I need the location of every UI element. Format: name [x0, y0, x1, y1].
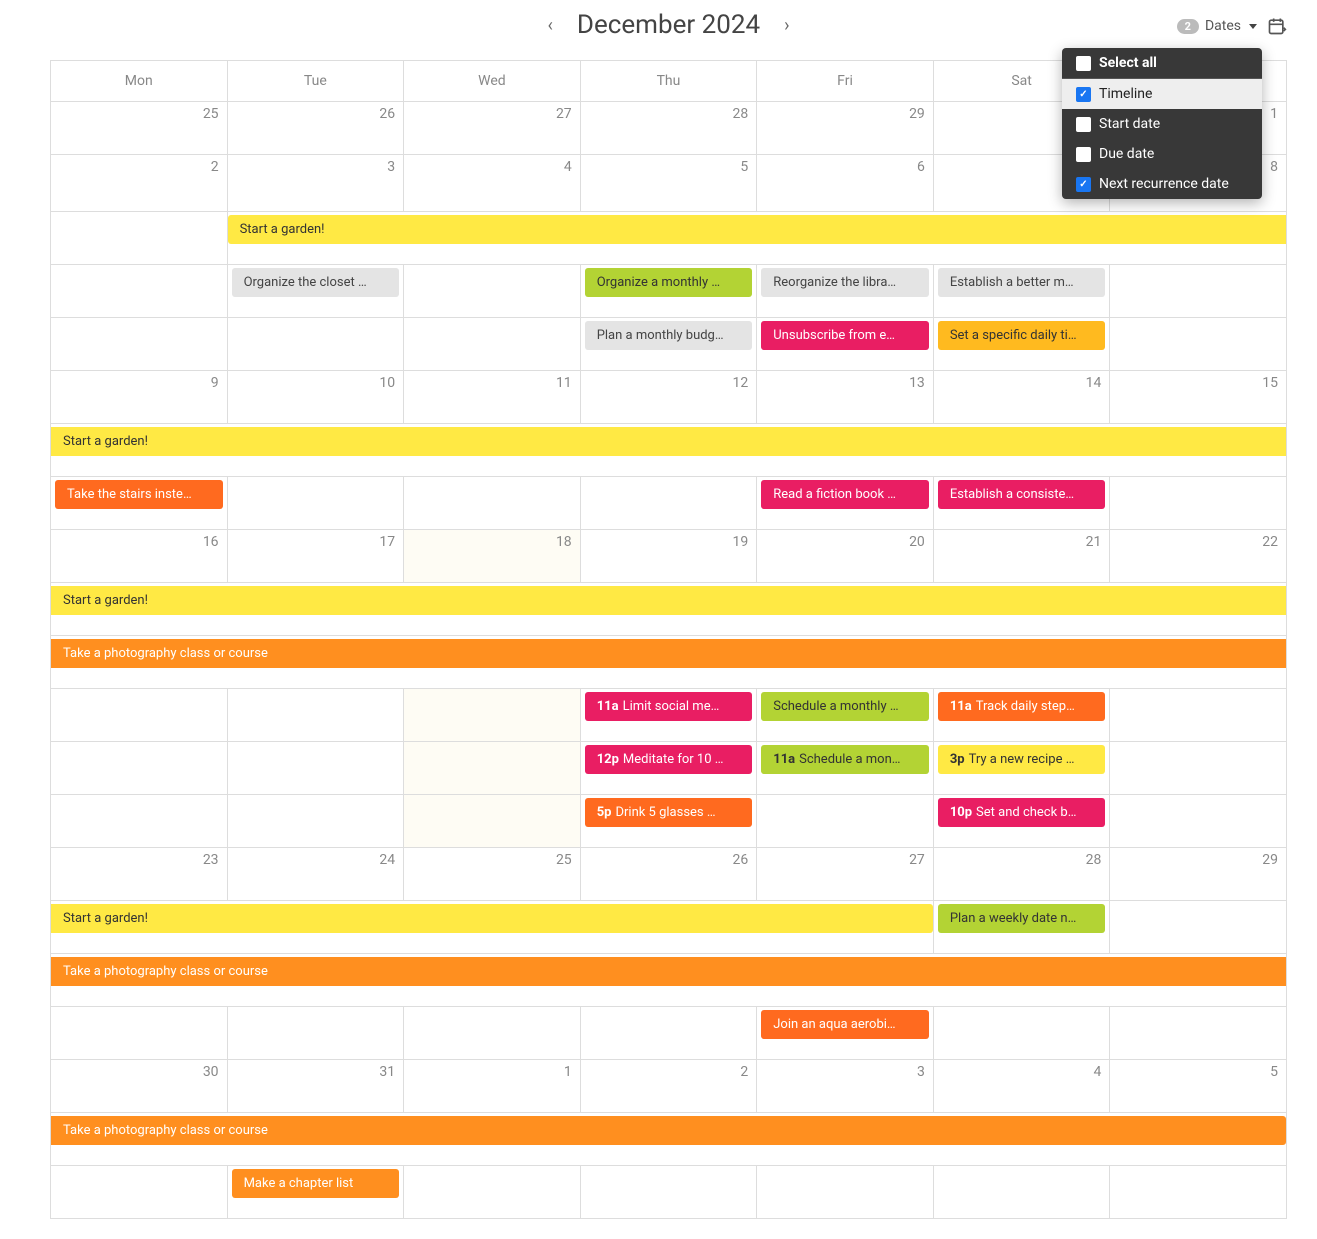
day-cell[interactable]: 24	[227, 848, 404, 901]
event-new-recipe[interactable]: 3pTry a new recipe …	[938, 745, 1106, 774]
day-cell[interactable]: 25	[404, 848, 581, 901]
day-cell[interactable]: 9	[51, 371, 228, 424]
event-take-stairs[interactable]: Take the stairs inste…	[55, 480, 223, 509]
checkbox-checked-icon	[1076, 87, 1091, 102]
event-establish-cons[interactable]: Establish a consiste…	[938, 480, 1106, 509]
day-cell[interactable]: 1	[404, 1060, 581, 1113]
event-schedule-mon[interactable]: 11aSchedule a mon…	[761, 745, 929, 774]
day-cell[interactable]: 21	[933, 530, 1110, 583]
event-meditate[interactable]: 12pMeditate for 10 …	[585, 745, 753, 774]
checkbox-unchecked-icon	[1076, 147, 1091, 162]
day-cell[interactable]: 23	[51, 848, 228, 901]
day-cell-today[interactable]: 18	[404, 530, 581, 583]
today-button[interactable]	[1267, 16, 1287, 36]
checkbox-checked-icon	[1076, 177, 1091, 192]
weekday-header: Wed	[404, 61, 581, 102]
event-read-fiction[interactable]: Read a fiction book …	[761, 480, 929, 509]
day-cell[interactable]: 3	[757, 1060, 934, 1113]
weekday-header: Mon	[51, 61, 228, 102]
event-schedule-monthly[interactable]: Schedule a monthly …	[761, 692, 929, 721]
calendar-header: ‹ December 2024 › 2 Dates Select all	[50, 10, 1287, 50]
day-cell[interactable]: 13	[757, 371, 934, 424]
event-photo-class[interactable]: Take a photography class or course	[51, 957, 1286, 986]
day-cell[interactable]: 3	[227, 155, 404, 212]
event-chapter-list[interactable]: Make a chapter list	[232, 1169, 400, 1198]
day-cell[interactable]: 17	[227, 530, 404, 583]
day-cell[interactable]: 26	[580, 848, 757, 901]
event-better-m[interactable]: Establish a better m…	[938, 268, 1106, 297]
day-cell[interactable]: 25	[51, 102, 228, 155]
event-organize-monthly[interactable]: Organize a monthly …	[585, 268, 753, 297]
dates-count-badge: 2	[1177, 19, 1199, 34]
checkbox-unchecked-icon	[1076, 117, 1091, 132]
weekday-header: Tue	[227, 61, 404, 102]
checkbox-unchecked-icon	[1076, 56, 1091, 71]
prev-month-button[interactable]: ‹	[540, 11, 561, 40]
day-cell[interactable]: 19	[580, 530, 757, 583]
day-cell[interactable]: 28	[933, 848, 1110, 901]
event-unsubscribe[interactable]: Unsubscribe from e…	[761, 321, 929, 350]
event-photo-class[interactable]: Take a photography class or course	[51, 639, 1286, 668]
day-cell[interactable]: 4	[404, 155, 581, 212]
day-cell[interactable]: 12	[580, 371, 757, 424]
weekday-header: Fri	[757, 61, 934, 102]
caret-down-icon	[1249, 24, 1257, 29]
dropdown-due-date[interactable]: Due date	[1062, 139, 1262, 169]
day-cell[interactable]: 5	[1110, 1060, 1287, 1113]
next-month-button[interactable]: ›	[776, 11, 797, 40]
dropdown-start-date[interactable]: Start date	[1062, 109, 1262, 139]
event-start-garden[interactable]: Start a garden!	[51, 904, 933, 933]
event-start-garden[interactable]: Start a garden!	[228, 215, 1286, 244]
day-cell[interactable]: 26	[227, 102, 404, 155]
dates-dropdown-button[interactable]: 2 Dates	[1177, 18, 1257, 34]
event-plan-budget[interactable]: Plan a monthly budg…	[585, 321, 753, 350]
day-cell[interactable]: 16	[51, 530, 228, 583]
day-cell[interactable]: 29	[1110, 848, 1287, 901]
day-cell[interactable]: 27	[404, 102, 581, 155]
day-cell[interactable]: 28	[580, 102, 757, 155]
event-plan-date-night[interactable]: Plan a weekly date n…	[938, 904, 1106, 933]
event-reorg-library[interactable]: Reorganize the libra…	[761, 268, 929, 297]
dates-label: Dates	[1205, 18, 1241, 34]
day-cell[interactable]: 15	[1110, 371, 1287, 424]
event-set-specific[interactable]: Set a specific daily ti…	[938, 321, 1106, 350]
event-limit-social[interactable]: 11aLimit social me…	[585, 692, 753, 721]
day-cell[interactable]: 2	[580, 1060, 757, 1113]
dropdown-next-recurrence[interactable]: Next recurrence date	[1062, 169, 1262, 199]
event-start-garden[interactable]: Start a garden!	[51, 586, 1286, 615]
event-aqua-aerobics[interactable]: Join an aqua aerobi…	[761, 1010, 929, 1039]
day-cell[interactable]: 27	[757, 848, 934, 901]
day-cell[interactable]: 6	[757, 155, 934, 212]
day-cell[interactable]: 14	[933, 371, 1110, 424]
event-photo-class[interactable]: Take a photography class or course	[51, 1116, 1286, 1145]
event-drink[interactable]: 5pDrink 5 glasses …	[585, 798, 753, 827]
day-cell[interactable]: 5	[580, 155, 757, 212]
month-title: December 2024	[577, 10, 760, 40]
day-cell[interactable]: 2	[51, 155, 228, 212]
event-track-steps[interactable]: 11aTrack daily step…	[938, 692, 1106, 721]
calendar-grid: Mon Tue Wed Thu Fri Sat Sun 25 26 27 28 …	[50, 60, 1287, 1219]
day-cell[interactable]: 20	[757, 530, 934, 583]
weekday-header: Thu	[580, 61, 757, 102]
event-start-garden[interactable]: Start a garden!	[51, 427, 1286, 456]
dropdown-timeline[interactable]: Timeline	[1062, 79, 1262, 109]
event-set-check[interactable]: 10pSet and check b…	[938, 798, 1106, 827]
day-cell[interactable]: 22	[1110, 530, 1287, 583]
day-cell[interactable]: 31	[227, 1060, 404, 1113]
dropdown-select-all[interactable]: Select all	[1062, 48, 1262, 78]
day-cell[interactable]: 29	[757, 102, 934, 155]
day-cell[interactable]: 4	[933, 1060, 1110, 1113]
day-cell[interactable]: 11	[404, 371, 581, 424]
dates-dropdown-menu: Select all Timeline Start date Due date …	[1062, 48, 1262, 199]
day-cell[interactable]: 30	[51, 1060, 228, 1113]
event-organize-closet[interactable]: Organize the closet …	[232, 268, 400, 297]
day-cell[interactable]: 10	[227, 371, 404, 424]
